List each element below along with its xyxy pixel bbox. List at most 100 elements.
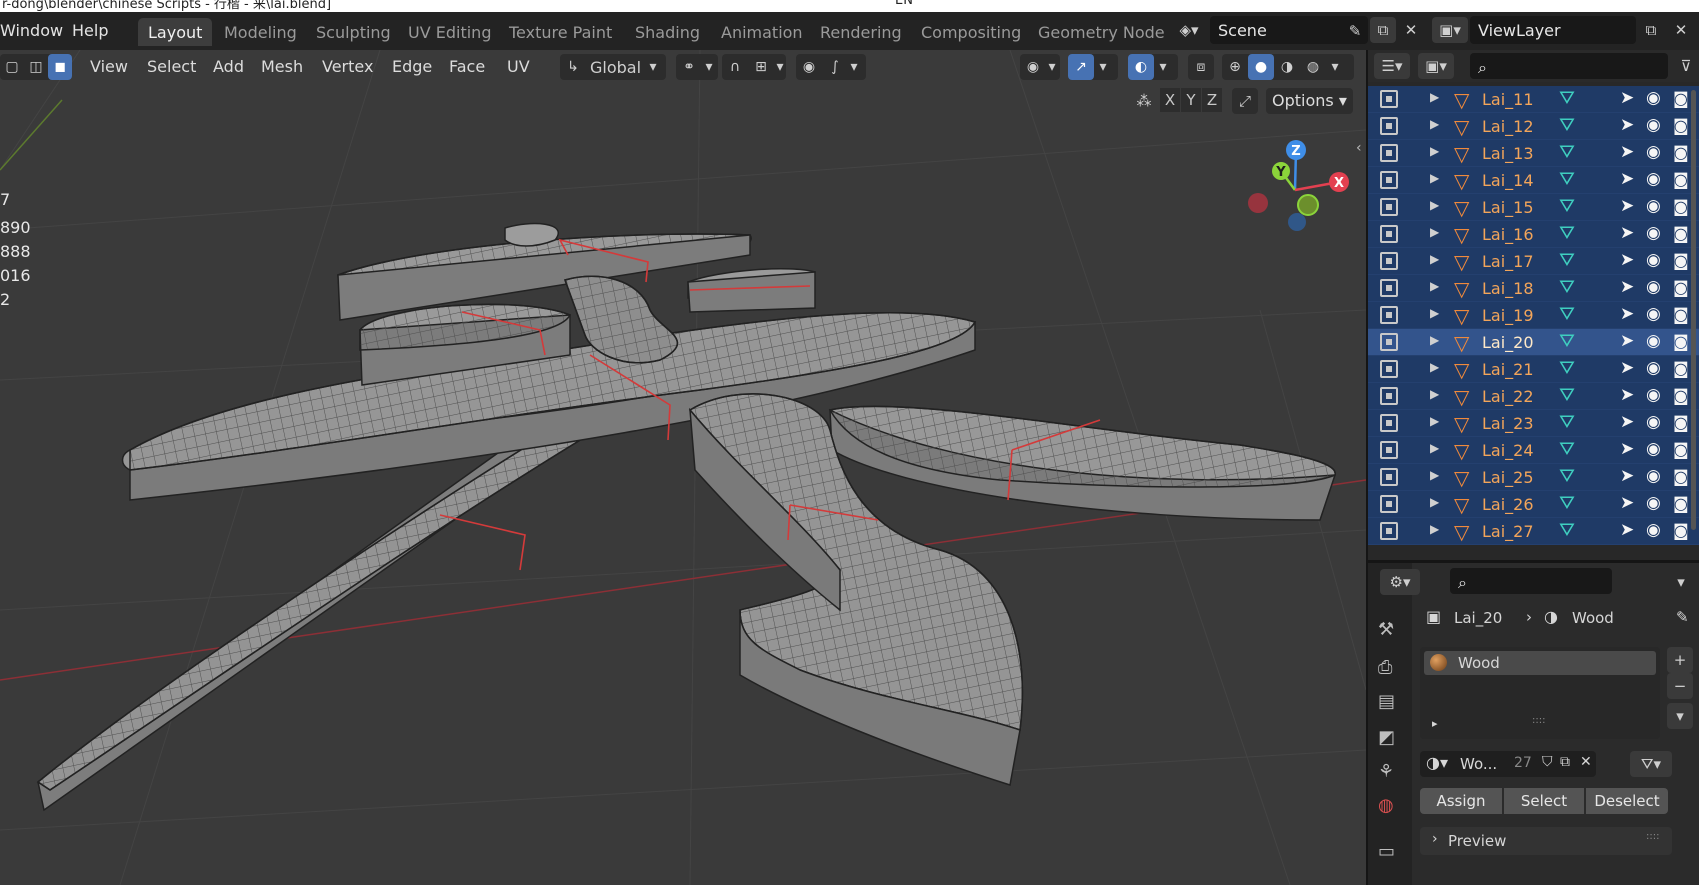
pin-icon[interactable]: ✎ [1342, 18, 1368, 44]
collection-exclude-checkbox[interactable] [1380, 495, 1398, 513]
outliner-row[interactable]: ▶ ▽ Lai_26 ⛛ ➤ ◉ ◙ [1368, 491, 1699, 518]
object-name[interactable]: Lai_13 [1482, 144, 1534, 163]
selectable-arrow-icon[interactable]: ➤ [1620, 331, 1634, 351]
expand-arrow-icon[interactable]: ▶ [1430, 468, 1439, 482]
outliner-search-input[interactable]: ⌕ [1470, 53, 1668, 79]
material-slot-row[interactable]: Wood [1424, 651, 1656, 675]
selectable-arrow-icon[interactable]: ➤ [1620, 520, 1634, 540]
output-tab-icon[interactable]: ▤ [1378, 691, 1395, 712]
object-name[interactable]: Lai_21 [1482, 360, 1534, 379]
menu-select[interactable]: Select [141, 54, 202, 80]
eye-icon[interactable]: ◉ [1646, 115, 1661, 135]
falloff-curve-icon[interactable]: ∫ [822, 54, 848, 80]
camera-icon[interactable]: ◙ [1673, 197, 1689, 216]
mesh-data-icon[interactable]: ⛛ [1556, 276, 1578, 300]
outliner-row[interactable]: ▶ ▽ Lai_14 ⛛ ➤ ◉ ◙ [1368, 167, 1699, 194]
new-scene-icon[interactable]: ⧉ [1370, 17, 1396, 43]
mesh-data-icon[interactable]: ⛛ [1556, 249, 1578, 273]
menu-mesh[interactable]: Mesh [255, 54, 309, 80]
proportional-edit-group[interactable]: ◉ ∫ ▾ [796, 54, 866, 80]
menu-edge[interactable]: Edge [386, 54, 438, 80]
object-name[interactable]: Lai_27 [1482, 522, 1534, 541]
camera-icon[interactable]: ◙ [1673, 224, 1689, 243]
eye-icon[interactable]: ◉ [1646, 358, 1661, 378]
object-name[interactable]: Lai_14 [1482, 171, 1534, 190]
menu-view[interactable]: View [84, 54, 134, 80]
camera-icon[interactable]: ◙ [1673, 521, 1689, 540]
expand-arrow-icon[interactable]: ▶ [1430, 441, 1439, 455]
viewlayer-browse-icon[interactable]: ▣▾ [1432, 17, 1468, 43]
viewport-canvas[interactable] [0, 50, 1366, 885]
mesh-data-icon[interactable]: ⛛ [1556, 168, 1578, 192]
menu-window[interactable]: Window [0, 21, 63, 40]
expand-arrow-icon[interactable]: ▶ [1430, 495, 1439, 509]
expand-arrow-icon[interactable]: ▸ [1432, 717, 1438, 730]
mirror-z-button[interactable]: Z [1202, 88, 1222, 112]
mirror-y-button[interactable]: Y [1181, 88, 1201, 112]
link-dropdown-icon[interactable]: ⛛▾ [1630, 751, 1672, 777]
tab-modeling[interactable]: Modeling [214, 18, 307, 46]
tab-sculpting[interactable]: Sculpting [306, 18, 401, 46]
expand-arrow-icon[interactable]: ▶ [1430, 171, 1439, 185]
rendered-shading-icon[interactable]: ◍ [1300, 54, 1326, 80]
add-slot-icon[interactable]: + [1667, 647, 1693, 673]
material-shading-icon[interactable]: ◑ [1274, 54, 1300, 80]
camera-icon[interactable]: ◙ [1673, 494, 1689, 513]
tab-compositing[interactable]: Compositing [911, 18, 1031, 46]
preview-panel-header[interactable]: › Preview :::: [1420, 827, 1672, 855]
camera-icon[interactable]: ◙ [1673, 143, 1689, 162]
object-name[interactable]: Lai_25 [1482, 468, 1534, 487]
outliner-row[interactable]: ▶ ▽ Lai_11 ⛛ ➤ ◉ ◙ [1368, 86, 1699, 113]
menu-vertex[interactable]: Vertex [316, 54, 379, 80]
delete-scene-icon[interactable]: ✕ [1398, 17, 1424, 43]
display-mode-icon[interactable]: ▣▾ [1418, 53, 1454, 79]
expand-arrow-icon[interactable]: ▶ [1430, 90, 1439, 104]
collection-exclude-checkbox[interactable] [1380, 387, 1398, 405]
camera-icon[interactable]: ◙ [1673, 386, 1689, 405]
mesh-data-icon[interactable]: ⛛ [1556, 87, 1578, 111]
expand-arrow-icon[interactable]: ▶ [1430, 387, 1439, 401]
object-name[interactable]: Lai_12 [1482, 117, 1534, 136]
eye-icon[interactable]: ◉ [1646, 466, 1661, 486]
world-tab-icon[interactable]: ◍ [1378, 795, 1394, 816]
mesh-data-icon[interactable]: ⛛ [1556, 222, 1578, 246]
overlay-toggle[interactable]: ◐ ▾ [1128, 54, 1178, 80]
outliner-row[interactable]: ▶ ▽ Lai_23 ⛛ ➤ ◉ ◙ [1368, 410, 1699, 437]
mesh-data-icon[interactable]: ⛛ [1556, 303, 1578, 327]
object-name[interactable]: Lai_24 [1482, 441, 1534, 460]
expand-arrow-icon[interactable]: ▶ [1430, 198, 1439, 212]
gizmo-toggle[interactable]: ↗ ▾ [1068, 54, 1118, 80]
slot-specials-icon[interactable]: ▾ [1667, 703, 1693, 729]
eye-icon[interactable]: ◉ [1646, 493, 1661, 513]
object-name[interactable]: Lai_23 [1482, 414, 1534, 433]
render-tab-icon[interactable]: ⎙ [1378, 657, 1392, 678]
outliner-row[interactable]: ▶ ▽ Lai_19 ⛛ ➤ ◉ ◙ [1368, 302, 1699, 329]
selectable-arrow-icon[interactable]: ➤ [1620, 385, 1634, 405]
collection-exclude-checkbox[interactable] [1380, 90, 1398, 108]
chevron-down-icon[interactable]: ▾ [1668, 569, 1694, 595]
eye-icon[interactable]: ◉ [1646, 277, 1661, 297]
tab-rendering[interactable]: Rendering [810, 18, 912, 46]
collection-exclude-checkbox[interactable] [1380, 360, 1398, 378]
outliner-row[interactable]: ▶ ▽ Lai_24 ⛛ ➤ ◉ ◙ [1368, 437, 1699, 464]
mesh-data-icon[interactable]: ⛛ [1556, 519, 1578, 543]
object-name[interactable]: Lai_18 [1482, 279, 1534, 298]
collection-exclude-checkbox[interactable] [1380, 333, 1398, 351]
outliner-row[interactable]: ▶ ▽ Lai_20 ⛛ ➤ ◉ ◙ [1368, 329, 1699, 356]
object-name[interactable]: Lai_22 [1482, 387, 1534, 406]
remove-slot-icon[interactable]: − [1667, 673, 1693, 699]
object-name[interactable]: Lai_16 [1482, 225, 1534, 244]
camera-icon[interactable]: ◙ [1673, 251, 1689, 270]
material-datablock[interactable]: ◑▾ Wo... 27 ⛉ ⧉ ✕ [1420, 751, 1596, 777]
material-slot-list[interactable]: Wood ▸ :::: [1420, 647, 1660, 739]
snap-increment-icon[interactable]: ⊞ [748, 54, 774, 80]
tab-texture-paint[interactable]: Texture Paint [499, 18, 622, 46]
assign-button[interactable]: Assign [1420, 788, 1502, 814]
selectable-arrow-icon[interactable]: ➤ [1620, 493, 1634, 513]
object-name[interactable]: Lai_20 [1482, 333, 1534, 352]
eye-icon[interactable]: ◉ [1646, 196, 1661, 216]
selectable-arrow-icon[interactable]: ➤ [1620, 88, 1634, 108]
object-name[interactable]: Lai_15 [1482, 198, 1534, 217]
camera-icon[interactable]: ◙ [1673, 413, 1689, 432]
mesh-data-icon[interactable]: ⛛ [1556, 492, 1578, 516]
